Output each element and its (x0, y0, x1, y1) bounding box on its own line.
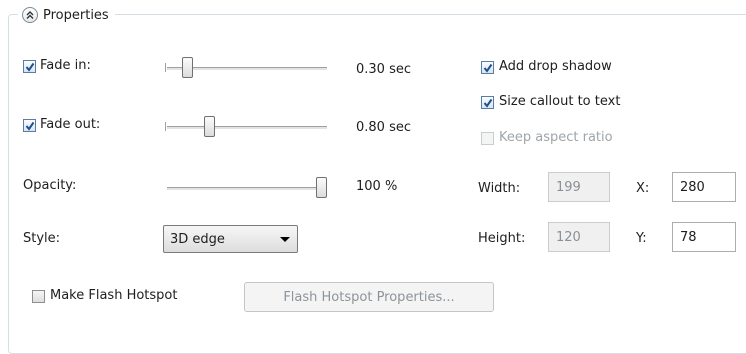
group-title: Properties (43, 7, 109, 23)
size-callout-checkbox[interactable] (481, 96, 494, 109)
fade-in-checkbox[interactable] (23, 60, 36, 73)
x-field[interactable]: 280 (672, 172, 736, 202)
fade-out-checkbox[interactable] (23, 119, 36, 132)
x-value: 280 (680, 179, 705, 195)
style-selected-value: 3D edge (170, 231, 225, 247)
add-drop-shadow-label: Add drop shadow (499, 59, 612, 74)
height-label: Height: (478, 231, 526, 246)
slider-track (167, 126, 327, 130)
slider-thumb[interactable] (204, 116, 216, 137)
fade-in-label: Fade in: (40, 58, 91, 73)
fade-out-value: 0.80 sec (356, 120, 411, 135)
flash-hotspot-properties-button[interactable]: Flash Hotspot Properties... (244, 282, 494, 312)
height-value: 120 (556, 229, 581, 245)
width-label: Width: (478, 181, 521, 196)
fade-out-slider[interactable] (165, 113, 330, 139)
slider-thumb[interactable] (316, 177, 327, 198)
slider-tick (165, 63, 166, 72)
group-header: Properties (18, 4, 115, 26)
double-chevron-up-icon[interactable] (22, 7, 38, 23)
width-value: 199 (556, 179, 581, 195)
size-callout-label: Size callout to text (499, 94, 621, 109)
flash-hotspot-checkbox[interactable] (32, 290, 45, 303)
width-field[interactable]: 199 (548, 172, 610, 202)
opacity-label: Opacity: (23, 178, 77, 193)
y-value: 78 (680, 229, 697, 245)
add-drop-shadow-checkbox[interactable] (481, 61, 494, 74)
keep-aspect-label: Keep aspect ratio (499, 130, 613, 145)
style-dropdown[interactable]: 3D edge (163, 225, 298, 253)
y-label: Y: (636, 231, 647, 246)
x-label: X: (636, 181, 650, 196)
fade-out-label: Fade out: (40, 117, 101, 132)
height-field[interactable]: 120 (548, 222, 610, 252)
fade-in-value: 0.30 sec (356, 62, 411, 77)
keep-aspect-checkbox[interactable] (481, 132, 494, 145)
opacity-value: 100 % (356, 179, 398, 194)
style-label: Style: (23, 231, 61, 246)
fade-in-slider[interactable] (165, 54, 330, 80)
y-field[interactable]: 78 (672, 222, 736, 252)
flash-hotspot-label: Make Flash Hotspot (50, 288, 178, 303)
slider-tick (165, 122, 166, 131)
chevron-down-icon (280, 237, 290, 242)
opacity-slider[interactable] (165, 174, 330, 200)
slider-thumb[interactable] (181, 57, 193, 78)
slider-track (167, 187, 327, 191)
